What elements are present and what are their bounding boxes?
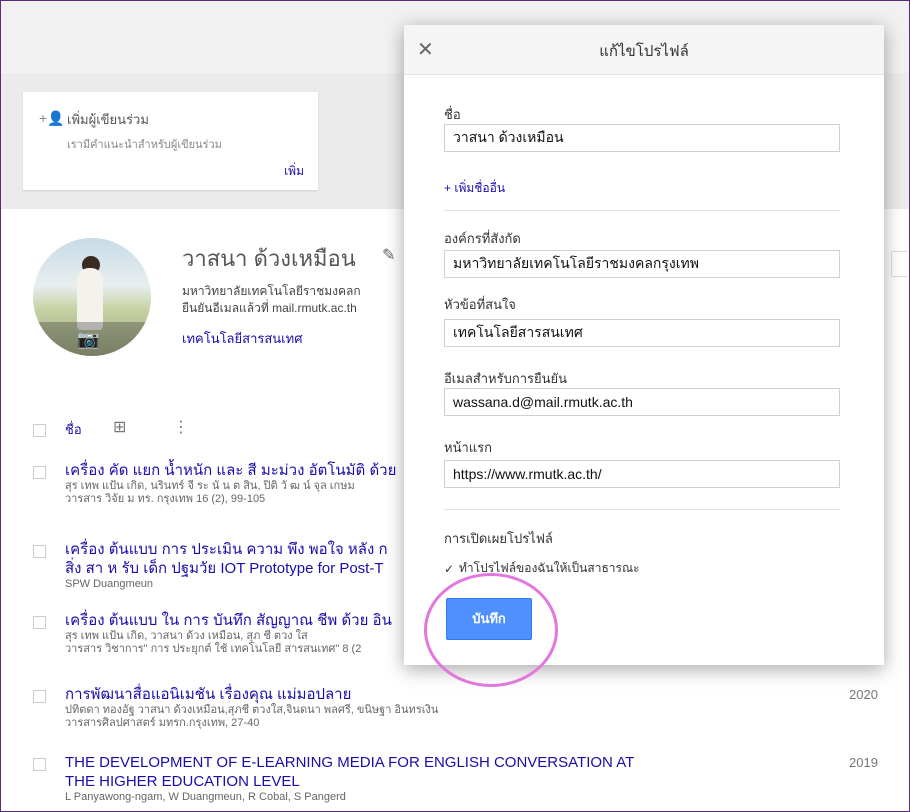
divider <box>444 509 840 510</box>
select-all-checkbox[interactable] <box>33 424 46 437</box>
avatar[interactable]: 📷 <box>33 238 151 356</box>
homepage-field[interactable] <box>444 460 840 488</box>
article-journal: วารสาร วิชาการ" การ ประยุกต์ ใช้ เทคโนโล… <box>65 643 362 655</box>
name-label: ชื่อ <box>444 107 461 122</box>
more-options-icon[interactable]: ⋮ <box>173 417 189 437</box>
profile-verified-email: ยืนยันอีเมลแล้วที่ mail.rmutk.ac.th <box>182 301 357 315</box>
dialog-title: แก้ไขโปรไฟล์ <box>599 43 689 60</box>
article-checkbox[interactable] <box>33 545 46 558</box>
article-year: 2019 <box>849 755 878 770</box>
article-title-link-line2[interactable]: THE HIGHER EDUCATION LEVEL <box>65 772 634 791</box>
public-profile-checkbox[interactable]: ✓ <box>444 563 455 575</box>
coauthors-hint: เรามีคำแนะนำสำหรับผู้เขียนร่วม <box>67 139 222 151</box>
coauthors-title: เพิ่มผู้เขียนร่วม <box>67 112 149 127</box>
profile-interest-link[interactable]: เทคโนโลยีสารสนเทศ <box>182 328 302 349</box>
add-other-name-link[interactable]: + เพิ่มชื่ออื่น <box>444 179 505 198</box>
visibility-label: การเปิดเผยโปรไฟล์ <box>444 531 553 546</box>
article-journal: วารสารศิลปศาสตร์ มทรก.กรุงเทพ, 27-40 <box>65 717 260 729</box>
edit-pencil-icon[interactable]: ✎ <box>382 245 395 265</box>
add-person-icon: +👤 <box>39 110 65 126</box>
article-checkbox[interactable] <box>33 690 46 703</box>
camera-icon[interactable]: 📷 <box>77 329 99 350</box>
divider <box>444 210 840 211</box>
article-authors: SPW Duangmeun <box>65 578 154 590</box>
add-coauthor-link[interactable]: เพิ่ม <box>284 162 304 181</box>
affiliation-label: องค์กรที่สังกัด <box>444 231 521 246</box>
article-title-link[interactable]: เครื่อง ต้นแบบ ใน การ บันทึก สัญญาณ ชีพ … <box>65 611 392 630</box>
profile-name: วาสนา ด้วงเหมือน <box>182 246 356 271</box>
name-field[interactable] <box>444 124 840 152</box>
add-article-icon[interactable]: ⊞ <box>113 417 126 437</box>
scholar-profile-page: +👤 เพิ่มผู้เขียนร่วม เรามีคำแนะนำสำหรับผ… <box>0 0 910 812</box>
article-journal: วารสาร วิจัย ม ทร. กรุงเทพ 16 (2), 99-10… <box>65 493 266 505</box>
email-field[interactable] <box>444 388 840 416</box>
article-authors: สุร เทพ แป้น เกิด, วาสนา ด้วง เหมือน, สุ… <box>65 630 308 642</box>
article-authors: L Panyawong-ngam, W Duangmeun, R Cobal, … <box>65 791 346 803</box>
article-checkbox[interactable] <box>33 758 46 771</box>
interests-field[interactable] <box>444 319 840 347</box>
article-title-link[interactable]: การพัฒนาสื่อแอนิเมชัน เรื่องคุณ แม่มอปลา… <box>65 685 438 704</box>
article-checkbox[interactable] <box>33 466 46 479</box>
article-title-link[interactable]: THE DEVELOPMENT OF E-LEARNING MEDIA FOR … <box>65 753 634 772</box>
article-title-link[interactable]: เครื่อง ต้นแบบ การ ประเมิน ความ พึง พอใจ… <box>65 540 388 559</box>
dialog-header: ✕ แก้ไขโปรไฟล์ <box>404 25 884 75</box>
highlight-circle-annotation <box>424 573 558 687</box>
article-authors: สุร เทพ แป้น เกิด, นรินทร์ จี ระ นั น ต … <box>65 480 355 492</box>
avatar-photo-person <box>77 268 103 330</box>
homepage-label: หน้าแรก <box>444 440 492 455</box>
edit-profile-dialog: ✕ แก้ไขโปรไฟล์ ชื่อ + เพิ่มชื่ออื่น องค์… <box>404 25 884 665</box>
article-authors: ปทิตดา ทองอัฐ วาสนา ด้วงเหมือน,สุภชี ตวง… <box>65 704 439 716</box>
article-checkbox[interactable] <box>33 616 46 629</box>
interests-label: หัวข้อที่สนใจ <box>444 297 516 312</box>
coauthors-card: +👤 เพิ่มผู้เขียนร่วม เรามีคำแนะนำสำหรับผ… <box>23 92 318 190</box>
affiliation-field[interactable] <box>444 250 840 278</box>
article-year: 2020 <box>849 687 878 702</box>
article-title-link-line2[interactable]: สิ่ง สา ห รับ เด็ก ปฐมวัย IOT Prototype … <box>65 559 388 578</box>
article-title-link[interactable]: เครื่อง คัด แยก น้ำหนัก และ สี มะม่วง อั… <box>65 461 396 480</box>
action-button-stub[interactable] <box>891 251 908 277</box>
email-label: อีเมลสำหรับการยืนยัน <box>444 371 567 386</box>
sort-by-title-link[interactable]: ชื่อ <box>65 419 82 440</box>
